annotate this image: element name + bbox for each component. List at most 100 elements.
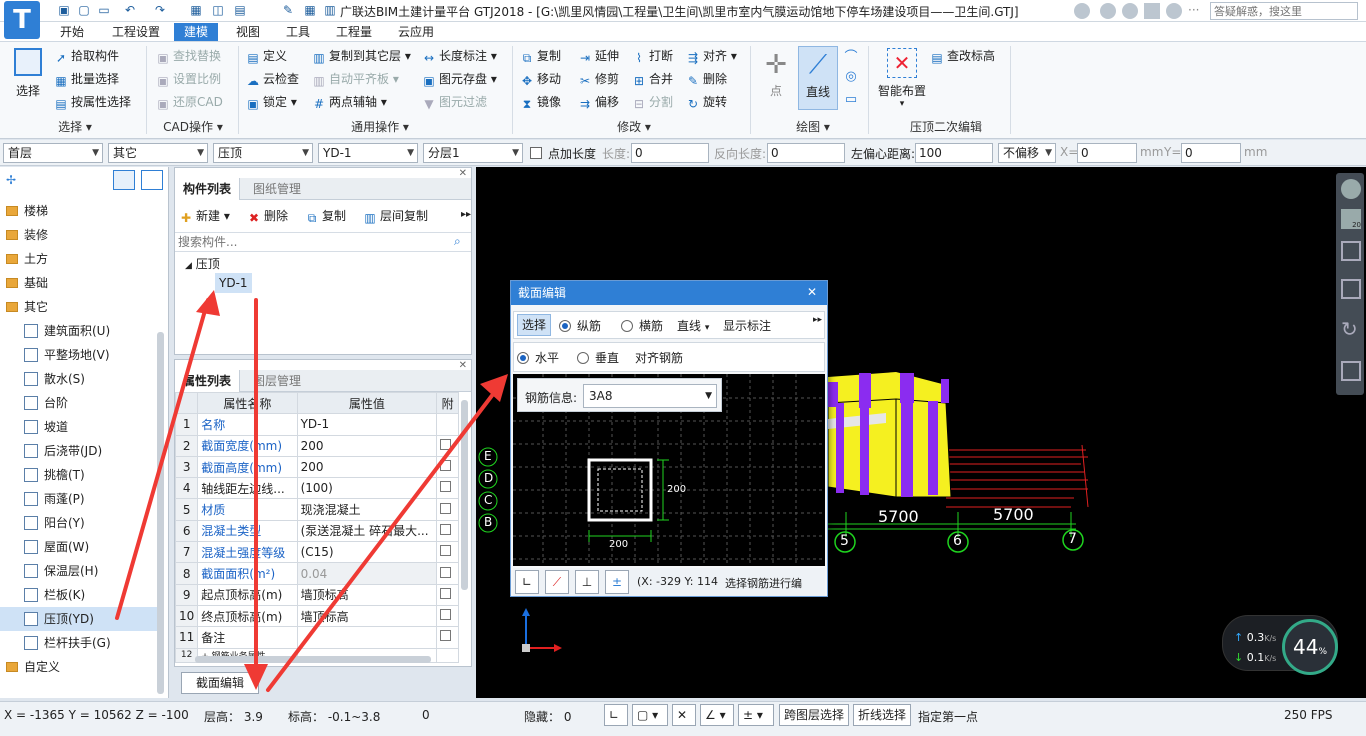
delete-button[interactable]: ✎ 删除 xyxy=(686,69,727,89)
attr-checkbox[interactable] xyxy=(440,502,452,514)
offset-button[interactable]: ⇉ 偏移 xyxy=(578,92,619,112)
menu-view[interactable]: 视图 xyxy=(226,23,270,41)
length-dim-button[interactable]: ↔ 长度标注 ▾ xyxy=(422,46,497,66)
tree-item[interactable]: 屋面(W) xyxy=(0,535,158,559)
attr-checkbox[interactable] xyxy=(440,481,452,493)
table-row[interactable]: 11 备注 xyxy=(174,626,459,649)
attr-checkbox[interactable] xyxy=(440,460,452,472)
group-select-label[interactable]: 选择 ▾ xyxy=(40,118,110,136)
cross-layer-select-button[interactable]: 跨图层选择 xyxy=(779,704,850,726)
calc-icon[interactable]: ▦ xyxy=(188,3,204,18)
lock-button[interactable]: ▣ 锁定 ▾ xyxy=(246,92,297,112)
attr-vertical-scrollbar[interactable] xyxy=(461,400,468,590)
cross-toggle[interactable]: ✕ xyxy=(672,704,696,726)
component-item-yd1[interactable]: YD-1 xyxy=(215,273,252,293)
attr-checkbox[interactable] xyxy=(440,438,452,450)
split-button[interactable]: ⊟ 分割 xyxy=(632,92,673,112)
dialog-close-icon[interactable]: ✕ xyxy=(807,285,817,299)
attr-checkbox[interactable] xyxy=(440,630,452,642)
left-offset-input[interactable]: 100 xyxy=(915,143,993,163)
longitudinal-rebar-radio[interactable]: 纵筋 xyxy=(559,317,601,334)
y-input[interactable]: 0 xyxy=(1181,143,1241,163)
table-row[interactable]: 2 截面宽度(mm) 200 xyxy=(174,434,459,457)
menu-quantities[interactable]: 工程量 xyxy=(326,23,382,41)
tree-folder[interactable]: 装修 xyxy=(0,223,158,247)
mirror-button[interactable]: ⧗ 镜像 xyxy=(520,92,561,112)
tab-attribute-list[interactable]: 属性列表 xyxy=(175,370,241,392)
list-view-icon[interactable] xyxy=(113,170,135,190)
dynamic-input-icon[interactable]: ± xyxy=(605,570,629,594)
tree-item[interactable]: 平整场地(V) xyxy=(0,343,158,367)
table-row[interactable]: 5 材质 现浇混凝土 xyxy=(174,498,459,521)
align-rebar-button[interactable]: 对齐钢筋 xyxy=(635,349,683,366)
smart-layout-button[interactable]: ✕ 智能布置 ▾ xyxy=(874,48,930,112)
group-common-label[interactable]: 通用操作 ▾ xyxy=(320,118,440,136)
floor-select[interactable]: 首层 ▼ xyxy=(3,143,103,163)
dynamic-input-toggle[interactable]: ± ▾ xyxy=(738,704,774,726)
attr-checkbox[interactable] xyxy=(440,523,452,535)
group-modify-label[interactable]: 修改 ▾ xyxy=(594,118,674,136)
3d-sphere-icon[interactable] xyxy=(1341,179,1361,199)
open-folder-icon[interactable]: ▭ xyxy=(96,3,112,18)
rebar-info-input[interactable]: 3A8 ▼ xyxy=(583,384,717,408)
delete-component-button[interactable]: ✖ 删除 xyxy=(247,206,288,226)
auto-align-slab-button[interactable]: ▥ 自动平齐板 ▾ xyxy=(312,69,399,89)
snap-line-icon[interactable]: ⟋ xyxy=(545,570,569,594)
table-row[interactable]: 8 截面面积(m²) 0.04 xyxy=(174,562,459,585)
category-select[interactable]: 其它 ▼ xyxy=(108,143,208,163)
perpendicular-icon[interactable]: ⊥ xyxy=(575,570,599,594)
tree-folder[interactable]: 自定义 xyxy=(0,655,158,679)
line-mode-dropdown[interactable]: 直线 ▾ xyxy=(677,317,709,334)
tab-component-list[interactable]: 构件列表 xyxy=(175,178,241,200)
group-draw-label[interactable]: 绘图 ▾ xyxy=(778,118,848,136)
menu-modeling[interactable]: 建模 xyxy=(174,23,219,41)
copy-button[interactable]: ⧉ 复制 xyxy=(520,46,561,66)
dialog-more-icon[interactable]: ▸▸ xyxy=(813,315,822,325)
tree-folder[interactable]: 楼梯 xyxy=(0,199,158,223)
offset-mode-select[interactable]: 不偏移 ▼ xyxy=(998,143,1056,163)
rotate-view-icon[interactable]: ↻ xyxy=(1341,317,1358,341)
attr-checkbox[interactable] xyxy=(440,566,452,578)
user-icon[interactable] xyxy=(1074,3,1090,19)
break-button[interactable]: ⌇ 打断 xyxy=(632,46,673,66)
component-search-input[interactable] xyxy=(175,232,471,252)
help-search-input[interactable] xyxy=(1210,2,1358,20)
add-length-checkbox[interactable] xyxy=(530,147,542,159)
component-select[interactable]: YD-1 ▼ xyxy=(318,143,418,163)
menu-tools[interactable]: 工具 xyxy=(276,23,320,41)
tree-item[interactable]: 台阶 xyxy=(0,391,158,415)
horizontal-radio[interactable]: 水平 xyxy=(517,349,559,366)
undo-icon[interactable]: ↶ xyxy=(122,3,138,18)
find-replace-button[interactable]: ▣ 查找替换 xyxy=(156,46,221,66)
restore-cad-button[interactable]: ▣ 还原CAD xyxy=(156,92,223,112)
menu-start[interactable]: 开始 xyxy=(50,23,94,41)
new-component-button[interactable]: ✚ 新建 ▾ xyxy=(179,206,230,226)
tree-scrollbar[interactable] xyxy=(157,332,164,694)
tree-item[interactable]: 后浇带(JD) xyxy=(0,439,158,463)
polyline-select-button[interactable]: 折线选择 xyxy=(853,704,912,726)
length-input[interactable]: 0 xyxy=(631,143,709,163)
select-big-button[interactable]: 选择 xyxy=(8,48,48,104)
chat-icon[interactable] xyxy=(1122,3,1138,19)
table-row[interactable]: 1 名称 YD-1 xyxy=(174,413,459,436)
grid-icon[interactable]: ▦ xyxy=(302,3,318,18)
menu-cloud[interactable]: 云应用 xyxy=(388,23,444,41)
tree-item[interactable]: 阳台(Y) xyxy=(0,511,158,535)
box-view-icon[interactable] xyxy=(1341,279,1361,299)
edit-elevation-button[interactable]: ▤ 查改标高 xyxy=(930,46,995,66)
tree-item[interactable]: 坡道 xyxy=(0,415,158,439)
attr-horizontal-scrollbar[interactable] xyxy=(195,656,431,663)
tree-item[interactable]: 雨蓬(P) xyxy=(0,487,158,511)
attr-checkbox[interactable] xyxy=(440,545,452,557)
attr-checkbox[interactable] xyxy=(440,609,452,621)
draw-rect-icon[interactable]: ▭ xyxy=(842,92,860,110)
layer-select[interactable]: 分层1 ▼ xyxy=(423,143,523,163)
tree-root-coping[interactable]: ◢ 压顶 xyxy=(185,254,220,274)
tree-folder-open[interactable]: 其它 xyxy=(0,295,158,319)
bell-icon[interactable] xyxy=(1166,3,1182,19)
pin-icon[interactable]: ✢ xyxy=(6,173,16,187)
draw-arc-icon[interactable]: ⌒ xyxy=(842,46,860,65)
tree-item[interactable]: 保温层(H) xyxy=(0,559,158,583)
reverse-length-input[interactable]: 0 xyxy=(767,143,845,163)
pick-component-button[interactable]: ➚ 拾取构件 xyxy=(54,46,119,66)
